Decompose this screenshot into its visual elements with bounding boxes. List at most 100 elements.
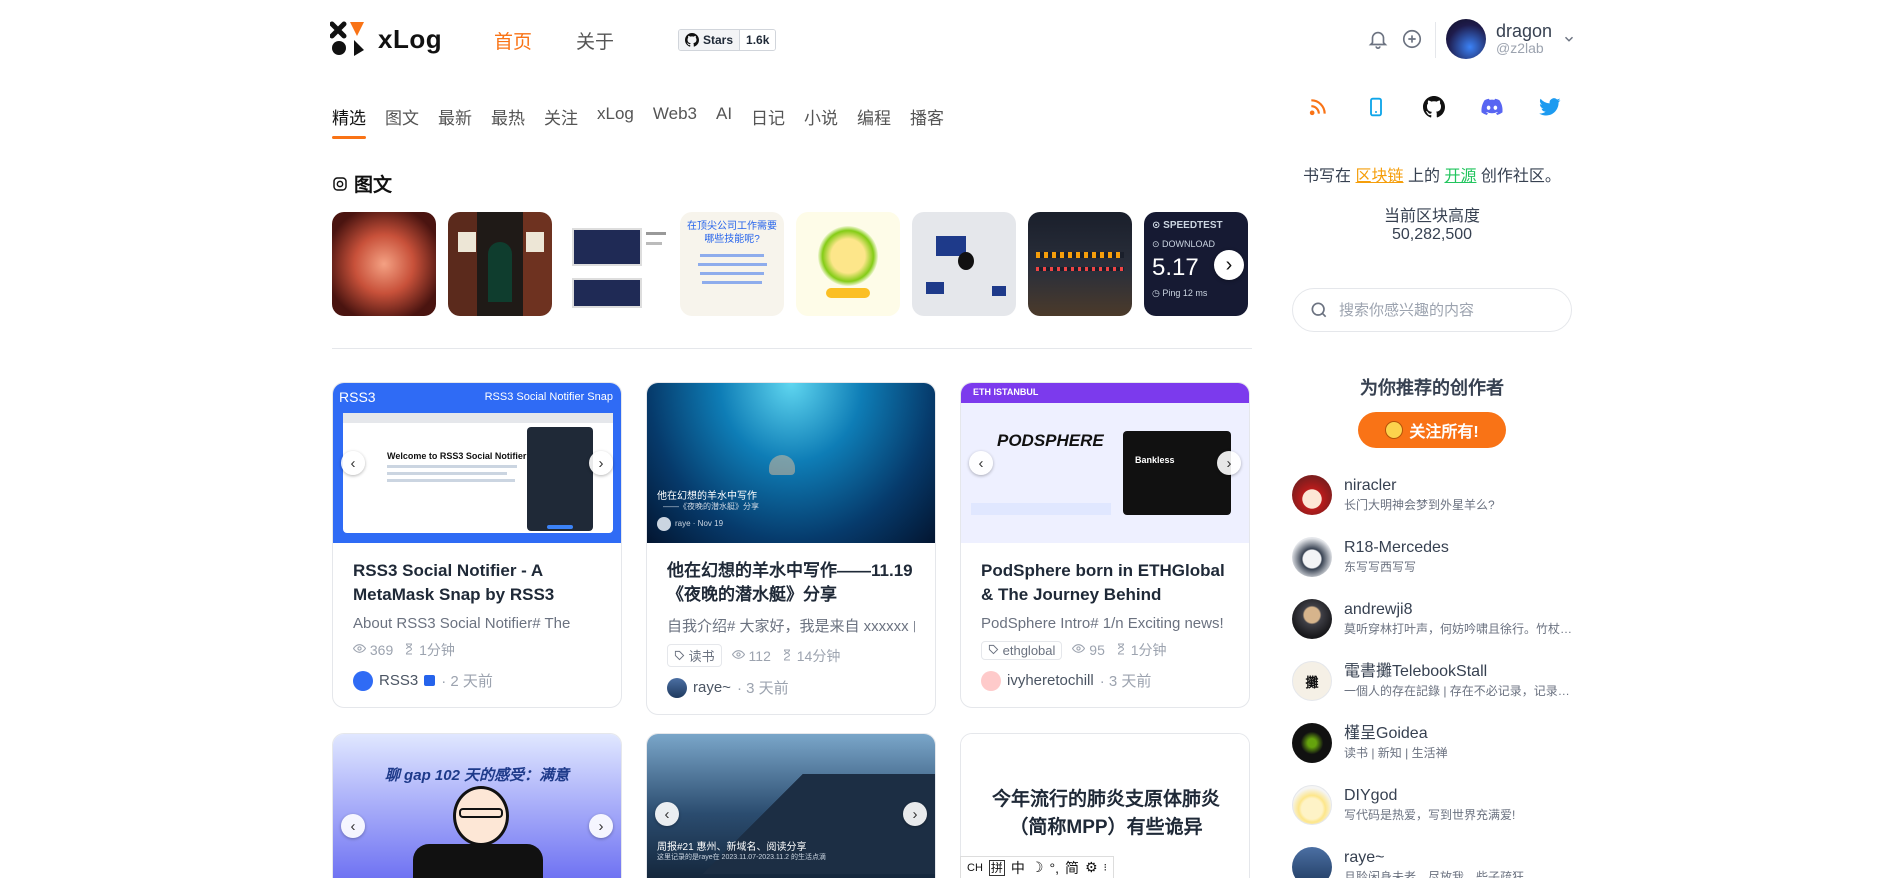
post-card[interactable]: 他在幻想的羊水中写作 ——《夜晚的潜水艇》分享 raye · Nov 19 他在… <box>646 382 936 715</box>
thumb-image[interactable] <box>448 212 552 316</box>
creator-item[interactable]: 槿呈Goidea 读书 | 新知 | 生活禅 <box>1292 712 1582 774</box>
discord-icon[interactable] <box>1481 96 1503 118</box>
cover-next-button[interactable]: › <box>589 451 613 475</box>
tab-novel[interactable]: 小说 <box>804 104 838 139</box>
post-card[interactable]: 周报#21 惠州、新域名、阅读分享 这里记录的是raye在 2023.11.07… <box>646 733 936 878</box>
read-time-stat: 1分钟 <box>403 640 455 660</box>
thumb-image[interactable] <box>332 212 436 316</box>
nav-home[interactable]: 首页 <box>494 27 532 54</box>
strip-next-button[interactable]: › <box>1214 250 1244 280</box>
thumb-image[interactable] <box>564 212 668 316</box>
creator-name: DIYgod <box>1344 787 1398 804</box>
tab-hottest[interactable]: 最热 <box>491 104 525 139</box>
cover-next-button[interactable]: › <box>1217 451 1241 475</box>
post-tag[interactable]: ethglobal <box>981 640 1063 660</box>
thumb-image[interactable] <box>912 212 1016 316</box>
mobile-app-icon[interactable] <box>1365 96 1387 118</box>
logo[interactable]: xLog <box>329 20 442 58</box>
tab-featured[interactable]: 精选 <box>332 104 366 139</box>
github-stars-badge[interactable]: Stars 1.6k <box>678 29 777 51</box>
tab-programming[interactable]: 编程 <box>857 104 891 139</box>
cover-brand: RSS3 <box>339 389 376 405</box>
rss-icon[interactable] <box>1307 96 1329 118</box>
block-height-value: 50,282,500 <box>1391 226 1473 243</box>
cover-prev-button[interactable]: ‹ <box>969 451 993 475</box>
post-author[interactable]: ivyheretochill · 3 天前 <box>981 670 1229 691</box>
follow-all-button[interactable]: 关注所有! <box>1358 412 1506 448</box>
github-icon[interactable] <box>1423 96 1445 118</box>
tab-image-text[interactable]: 图文 <box>385 104 419 139</box>
ime-toolbar[interactable]: CH 拼 中 ☽ °, 简 ⚙ ⁝ <box>960 856 1115 878</box>
punctuation-icon[interactable]: °, <box>1049 860 1059 876</box>
tab-web3[interactable]: Web3 <box>653 104 697 139</box>
cover-prev-button[interactable]: ‹ <box>655 802 679 826</box>
tab-podcast[interactable]: 播客 <box>910 104 944 139</box>
post-time: · 3 天前 <box>1099 673 1152 690</box>
tag-icon <box>674 650 685 661</box>
creator-item[interactable]: niracler 长门大明神会梦到外星羊么? <box>1292 464 1582 526</box>
creator-item[interactable]: andrewji8 莫听穿林打叶声，何妨吟啸且徐行。竹杖芒鞋轻胜马 <box>1292 588 1582 650</box>
post-cover: ETH ISTANBUL PODSPHERE Bankless ‹ › <box>961 383 1249 543</box>
post-time: · 2 天前 <box>441 673 493 690</box>
post-author[interactable]: RSS3 · 2 天前 <box>353 670 601 691</box>
tab-following[interactable]: 关注 <box>544 104 578 139</box>
cover-next-button[interactable]: › <box>589 814 613 838</box>
creator-item[interactable]: DIYgod 写代码是热爱，写到世界充满爱! <box>1292 774 1582 836</box>
post-tag[interactable]: 读书 <box>667 644 722 667</box>
cover-prev-button[interactable]: ‹ <box>341 451 365 475</box>
post-title[interactable]: PodSphere born in ETHGlobal & The Journe… <box>981 559 1229 607</box>
post-excerpt: About RSS3 Social Notifier# The <box>353 615 571 632</box>
user-menu[interactable]: dragon @z2lab <box>1446 19 1576 59</box>
moon-icon[interactable]: ☽ <box>1031 859 1044 876</box>
post-title[interactable]: 他在幻想的羊水中写作——11.19《夜晚的潜水艇》分享 <box>667 559 915 607</box>
more-icon[interactable]: ⁝ <box>1104 861 1108 874</box>
creator-bio: 且聆闲身未老，尽放我、些子疏狂。 <box>1344 870 1537 878</box>
eye-icon <box>352 644 367 653</box>
read-time-stat: 1分钟 <box>1115 640 1167 660</box>
thumb-image[interactable] <box>796 212 900 316</box>
cover-prev-button[interactable]: ‹ <box>341 814 365 838</box>
post-card[interactable]: ETH ISTANBUL PODSPHERE Bankless ‹ › PodS… <box>960 382 1250 708</box>
search-input[interactable] <box>1339 301 1559 319</box>
thumb-image[interactable] <box>1028 212 1132 316</box>
search-box[interactable] <box>1292 288 1572 332</box>
gear-icon[interactable]: ⚙ <box>1085 859 1098 876</box>
post-card[interactable]: RSS3 RSS3 Social Notifier Snap Welcome t… <box>332 382 622 708</box>
tab-latest[interactable]: 最新 <box>438 104 472 139</box>
top-nav: 首页 关于 <box>494 27 614 54</box>
ime-chinese-mode[interactable]: 中 <box>1011 858 1025 878</box>
post-author[interactable]: raye~ · 3 天前 <box>667 677 915 698</box>
cover-title[interactable]: 今年流行的肺炎支原体肺炎（简称MPP）有些诡异 <box>981 786 1231 842</box>
post-body: 他在幻想的羊水中写作——11.19《夜晚的潜水艇》分享 自我介绍# 大家好，我是… <box>647 543 935 714</box>
cover-title: 周报#21 惠州、新域名、阅读分享 <box>657 842 807 853</box>
creator-item[interactable]: 攤 電書攤TelebookStall 一個人的存在記錄 | 存在不必记录，记录我的… <box>1292 650 1582 712</box>
tab-xlog[interactable]: xLog <box>597 104 634 139</box>
creator-avatar <box>1292 475 1332 515</box>
thumb-image[interactable]: 在顶尖公司工作需要哪些技能呢? <box>680 212 784 316</box>
tab-diary[interactable]: 日记 <box>751 104 785 139</box>
creator-bio: 写代码是热爱，写到世界充满爱! <box>1344 808 1516 822</box>
xlog-logo-icon <box>329 20 368 58</box>
ime-simplified[interactable]: 简 <box>1065 858 1079 878</box>
ime-language[interactable]: CH <box>967 862 983 874</box>
bell-icon[interactable] <box>1367 28 1389 50</box>
instagram-icon <box>333 176 347 191</box>
creator-item[interactable]: raye~ 且聆闲身未老，尽放我、些子疏狂。 <box>1292 836 1582 878</box>
post-card[interactable]: 聊 gap 102 天的感受：满意 ‹ › <box>332 733 622 878</box>
open-source-link[interactable]: 开源 <box>1444 168 1476 185</box>
post-title[interactable]: RSS3 Social Notifier - A MetaMask Snap b… <box>353 559 601 607</box>
blockchain-link[interactable]: 区块链 <box>1356 168 1404 185</box>
github-stars-count: 1.6k <box>739 30 776 50</box>
tab-ai[interactable]: AI <box>716 104 732 139</box>
user-avatar <box>1446 19 1486 59</box>
twitter-icon[interactable] <box>1539 96 1561 118</box>
views-stat: 369 <box>352 642 393 658</box>
ime-pinyin[interactable]: 拼 <box>988 859 1005 876</box>
cover-next-button[interactable]: › <box>903 802 927 826</box>
nav-about[interactable]: 关于 <box>576 27 614 54</box>
post-body: PodSphere born in ETHGlobal & The Journe… <box>961 543 1249 707</box>
cover-brand: PODSPHERE <box>997 431 1104 450</box>
creator-item[interactable]: R18-Mercedes 东写写西写写 <box>1292 526 1582 588</box>
section-title: 图文 <box>332 170 392 197</box>
add-circle-icon[interactable] <box>1401 28 1423 50</box>
